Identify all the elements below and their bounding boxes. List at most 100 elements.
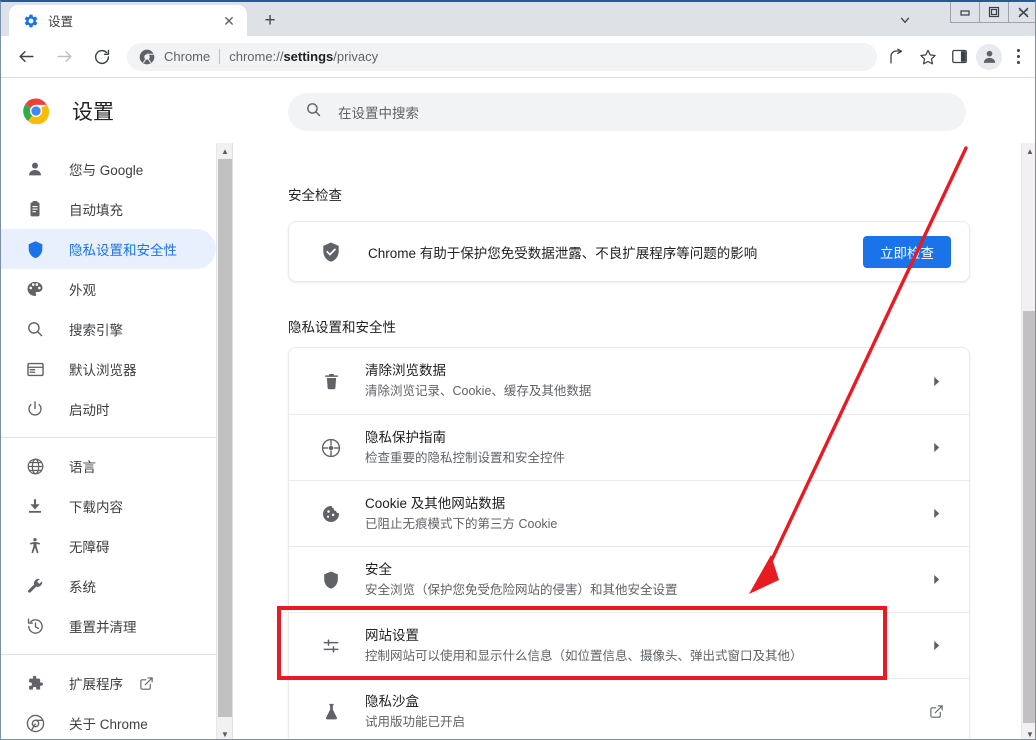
privacy-settings-card: 清除浏览数据 清除浏览记录、Cookie、缓存及其他数据 隐私保护指南 检查重要…	[288, 347, 970, 739]
row-subtitle: 已阻止无痕模式下的第三方 Cookie	[365, 516, 558, 531]
sidebar-item-system[interactable]: 系统	[1, 566, 216, 606]
scroll-up-arrow-icon[interactable]: ▲	[1022, 143, 1035, 159]
sidebar-item-label: 下载内容	[69, 500, 123, 515]
chevron-right-icon[interactable]	[921, 574, 951, 585]
sidebar-item-default-browser[interactable]: 默认浏览器	[1, 349, 216, 389]
chrome-icon	[25, 713, 45, 733]
sidebar-item-search-engine[interactable]: 搜索引擎	[1, 309, 216, 349]
search-icon	[25, 319, 45, 339]
share-icon[interactable]	[883, 43, 911, 71]
close-button[interactable]	[1008, 2, 1035, 23]
sidebar-item-appearance[interactable]: 外观	[1, 269, 216, 309]
settings-sidebar: 您与 Google 自动填充 隐私设置和安全性 外观 搜索引擎 默认浏览器 启动…	[1, 143, 233, 739]
sidebar-scrollbar[interactable]: ▲ ▼	[216, 143, 232, 739]
settings-row-clear-browsing-data[interactable]: 清除浏览数据 清除浏览记录、Cookie、缓存及其他数据	[289, 348, 969, 414]
chevron-down-icon[interactable]	[891, 6, 919, 34]
new-tab-button[interactable]: +	[256, 6, 284, 34]
run-safety-check-button[interactable]: 立即检查	[863, 235, 951, 268]
puzzle-piece-icon	[25, 673, 45, 693]
sidebar-scroll-thumb[interactable]	[218, 159, 232, 717]
row-subtitle: 试用版功能已开启	[365, 714, 466, 729]
reload-icon[interactable]	[87, 42, 117, 72]
sidebar-item-downloads[interactable]: 下载内容	[1, 486, 216, 526]
sidebar-item-label: 扩展程序	[69, 677, 123, 692]
page-title: 设置	[72, 101, 114, 124]
arrow-left-icon[interactable]	[11, 42, 41, 72]
maximize-button[interactable]	[979, 2, 1008, 23]
history-restore-icon	[25, 616, 45, 636]
browser-toolbar: Chrome chrome://settings/privacy	[1, 36, 1035, 78]
person-icon	[25, 159, 45, 179]
scroll-up-arrow-icon[interactable]: ▲	[217, 143, 232, 159]
sidebar-item-on-startup[interactable]: 启动时	[1, 389, 216, 429]
settings-row-site-settings[interactable]: 网站设置 控制网站可以使用和显示什么信息（如位置信息、摄像头、弹出式窗口及其他）	[289, 612, 969, 678]
settings-row-text: 清除浏览数据 清除浏览记录、Cookie、缓存及其他数据	[365, 361, 921, 401]
chevron-right-icon[interactable]	[921, 508, 951, 519]
sidebar-item-label: 关于 Chrome	[69, 717, 148, 732]
privacy-guide-icon	[319, 436, 343, 460]
chevron-right-icon[interactable]	[921, 376, 951, 387]
flask-icon	[319, 700, 343, 724]
search-icon	[305, 101, 322, 123]
tab-title: 设置	[48, 15, 74, 29]
privacy-section-heading: 隐私设置和安全性	[288, 320, 396, 335]
chevron-right-icon[interactable]	[921, 442, 951, 453]
settings-row-privacy-sandbox[interactable]: 隐私沙盒 试用版功能已开启	[289, 678, 969, 739]
side-panel-icon[interactable]	[945, 43, 973, 71]
site-label: Chrome	[164, 49, 211, 64]
sidebar-item-about-chrome[interactable]: 关于 Chrome	[1, 703, 216, 739]
wrench-icon	[25, 576, 45, 596]
close-icon[interactable]: ✕	[219, 11, 239, 31]
sidebar-item-privacy-and-security[interactable]: 隐私设置和安全性	[1, 229, 216, 269]
browser-window-icon	[25, 359, 45, 379]
power-icon	[25, 399, 45, 419]
shield-check-icon	[320, 241, 342, 263]
page-scrollbar[interactable]: ▲ ▼	[1021, 143, 1035, 739]
sidebar-item-languages[interactable]: 语言	[1, 446, 216, 486]
page-scroll-thumb[interactable]	[1023, 311, 1035, 723]
sidebar-item-label: 您与 Google	[69, 163, 144, 178]
sidebar-item-you-and-google[interactable]: 您与 Google	[1, 149, 216, 189]
minimize-button[interactable]	[950, 2, 979, 23]
sidebar-item-label: 默认浏览器	[69, 363, 137, 378]
external-link-icon[interactable]	[921, 704, 951, 719]
chrome-icon	[139, 49, 155, 65]
three-dot-menu-icon[interactable]	[1005, 43, 1031, 71]
sidebar-item-label: 外观	[69, 283, 96, 298]
sidebar-item-accessibility[interactable]: 无障碍	[1, 526, 216, 566]
arrow-right-icon[interactable]	[49, 42, 79, 72]
scroll-down-arrow-icon[interactable]: ▼	[1022, 726, 1035, 739]
row-subtitle: 控制网站可以使用和显示什么信息（如位置信息、摄像头、弹出式窗口及其他）	[365, 648, 803, 663]
browser-tab-settings[interactable]: 设置 ✕	[9, 5, 247, 36]
row-title: 清除浏览数据	[365, 363, 446, 378]
cookie-icon	[319, 502, 343, 526]
settings-row-cookies[interactable]: Cookie 及其他网站数据 已阻止无痕模式下的第三方 Cookie	[289, 480, 969, 546]
safety-check-heading: 安全检查	[288, 188, 342, 203]
chevron-right-icon[interactable]	[921, 640, 951, 651]
settings-row-security[interactable]: 安全 安全浏览（保护您免受危险网站的侵害）和其他安全设置	[289, 546, 969, 612]
settings-body: 您与 Google 自动填充 隐私设置和安全性 外观 搜索引擎 默认浏览器 启动…	[1, 143, 1035, 739]
sidebar-item-label: 语言	[69, 460, 96, 475]
settings-header: 设置 在设置中搜索	[1, 79, 1035, 143]
settings-row-privacy-guide[interactable]: 隐私保护指南 检查重要的隐私控制设置和安全控件	[289, 414, 969, 480]
palette-icon	[25, 279, 45, 299]
row-title: 隐私沙盒	[365, 693, 419, 709]
sidebar-item-extensions[interactable]: 扩展程序	[1, 663, 216, 703]
sidebar-item-label: 自动填充	[69, 203, 123, 218]
accessibility-icon	[25, 536, 45, 556]
row-title: 网站设置	[365, 627, 419, 643]
sidebar-divider-2	[1, 654, 232, 655]
address-bar[interactable]: Chrome chrome://settings/privacy	[127, 42, 877, 71]
window-controls	[950, 2, 1035, 23]
safety-check-card: Chrome 有助于保护您免受数据泄露、不良扩展程序等问题的影响 立即检查	[288, 221, 970, 282]
profile-icon[interactable]	[976, 43, 1002, 70]
row-title: Cookie 及其他网站数据	[365, 495, 506, 511]
sidebar-item-reset-and-clean-up[interactable]: 重置并清理	[1, 606, 216, 646]
row-title: 安全	[365, 561, 392, 577]
settings-row-text: 隐私沙盒 试用版功能已开启	[365, 692, 921, 732]
search-input[interactable]: 在设置中搜索	[288, 93, 966, 131]
scroll-down-arrow-icon[interactable]: ▼	[217, 726, 232, 739]
sidebar-item-label: 系统	[69, 580, 96, 595]
star-icon[interactable]	[914, 43, 942, 71]
sidebar-item-autofill[interactable]: 自动填充	[1, 189, 216, 229]
